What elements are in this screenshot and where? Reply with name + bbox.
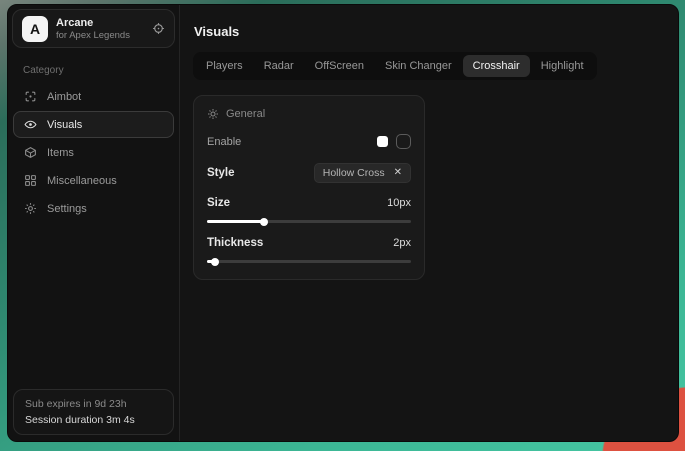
tab-crosshair[interactable]: Crosshair <box>463 55 530 77</box>
tab-players[interactable]: Players <box>196 55 253 77</box>
sidebar-item-label: Visuals <box>47 119 82 131</box>
enable-controls <box>377 134 411 149</box>
size-row: Size 10px <box>207 197 411 209</box>
sidebar-item-label: Aimbot <box>47 91 81 103</box>
enable-row: Enable <box>207 134 411 149</box>
style-label: Style <box>207 167 235 179</box>
app-header-card: A Arcane for Apex Legends <box>12 9 175 48</box>
sidebar-item-miscellaneous[interactable]: Miscellaneous <box>13 167 174 194</box>
remove-style-icon[interactable]: ✕ <box>394 168 402 178</box>
settings-gear-icon <box>24 202 37 215</box>
sidebar-item-label: Settings <box>47 203 87 215</box>
panel-title: General <box>226 108 265 120</box>
thickness-slider[interactable] <box>207 260 411 263</box>
size-slider[interactable] <box>207 220 411 223</box>
sidebar: A Arcane for Apex Legends Category <box>8 5 180 441</box>
app-title: Arcane <box>56 17 130 29</box>
thickness-slider-thumb[interactable] <box>211 258 219 266</box>
target-icon[interactable] <box>152 22 165 35</box>
tab-radar[interactable]: Radar <box>254 55 304 77</box>
visuals-eye-icon <box>24 118 37 131</box>
page-title: Visuals <box>194 24 665 39</box>
style-row: Style Hollow Cross ✕ <box>207 163 411 183</box>
crosshair-color-swatch[interactable] <box>377 136 388 147</box>
tab-highlight[interactable]: Highlight <box>531 55 594 77</box>
tab-offscreen[interactable]: OffScreen <box>305 55 374 77</box>
session-duration-text: Session duration 3m 4s <box>25 414 162 426</box>
sidebar-item-items[interactable]: Items <box>13 139 174 166</box>
size-value: 10px <box>387 197 411 209</box>
app-window: A Arcane for Apex Legends Category <box>7 4 679 442</box>
items-box-icon <box>24 146 37 159</box>
style-value: Hollow Cross <box>323 167 385 179</box>
enable-label: Enable <box>207 136 241 148</box>
sidebar-item-aimbot[interactable]: Aimbot <box>13 83 174 110</box>
thickness-row: Thickness 2px <box>207 237 411 249</box>
size-label: Size <box>207 197 230 209</box>
sidebar-item-visuals[interactable]: Visuals <box>13 111 174 138</box>
visuals-tab-bar: Players Radar OffScreen Skin Changer Cro… <box>193 52 597 80</box>
app-header-text: Arcane for Apex Legends <box>56 17 130 41</box>
thickness-value: 2px <box>393 237 411 249</box>
sidebar-item-label: Items <box>47 147 74 159</box>
thickness-label: Thickness <box>207 237 263 249</box>
aimbot-crosshair-icon <box>24 90 37 103</box>
app-subtitle: for Apex Legends <box>56 30 130 41</box>
main-content: Visuals Players Radar OffScreen Skin Cha… <box>180 5 678 441</box>
enable-checkbox[interactable] <box>396 134 411 149</box>
size-slider-fill <box>207 220 264 223</box>
general-panel: General Enable Style Hollow Cross ✕ Size… <box>193 95 425 280</box>
sidebar-item-label: Miscellaneous <box>47 175 117 187</box>
general-gear-icon <box>207 108 219 120</box>
size-slider-thumb[interactable] <box>260 218 268 226</box>
misc-grid-icon <box>24 174 37 187</box>
category-label: Category <box>23 65 179 76</box>
style-select-tag[interactable]: Hollow Cross ✕ <box>314 163 411 183</box>
tab-skin-changer[interactable]: Skin Changer <box>375 55 462 77</box>
sidebar-item-settings[interactable]: Settings <box>13 195 174 222</box>
subscription-info-card: Sub expires in 9d 23h Session duration 3… <box>13 389 174 435</box>
panel-header: General <box>207 108 411 120</box>
app-logo: A <box>22 16 48 42</box>
sub-expires-text: Sub expires in 9d 23h <box>25 398 162 410</box>
